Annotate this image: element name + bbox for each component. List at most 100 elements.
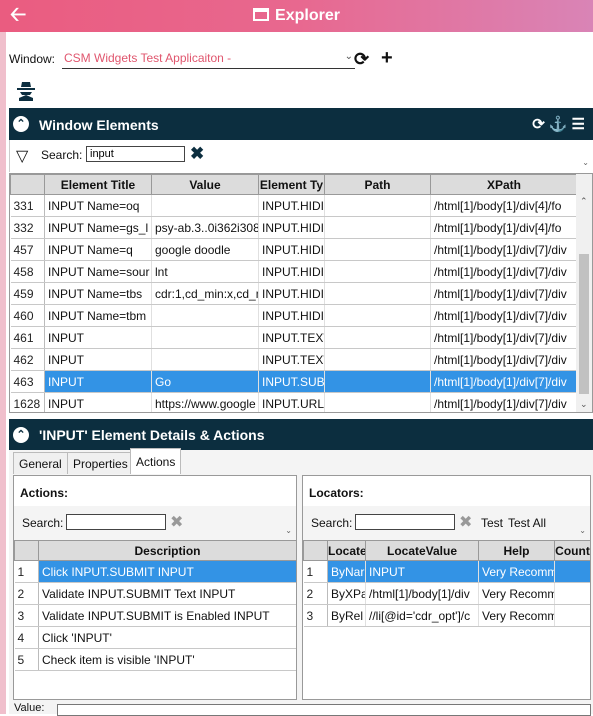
column-header[interactable]: Description bbox=[38, 540, 296, 561]
xpath-cell[interactable]: /html[1]/body[1]/div[7]/div bbox=[430, 282, 578, 305]
path-cell[interactable] bbox=[324, 238, 431, 261]
column-header[interactable]: XPath bbox=[430, 174, 578, 195]
xpath-cell[interactable]: /html[1]/body[1]/div[7]/div bbox=[430, 348, 578, 371]
xpath-cell[interactable]: /html[1]/body[1]/div[4]/fo bbox=[430, 194, 578, 217]
clear-search-icon[interactable]: ✖ bbox=[170, 512, 183, 532]
xpath-cell[interactable]: /html[1]/body[1]/div[7]/div bbox=[430, 260, 578, 283]
elements-scrollbar[interactable]: ⌃ ⌄ bbox=[576, 174, 592, 412]
element-type-cell[interactable]: INPUT.TEXT bbox=[258, 348, 325, 371]
collapse-up-icon[interactable]: ⌃ bbox=[13, 427, 29, 443]
element-type-cell[interactable]: INPUT.HIDI bbox=[258, 282, 325, 305]
test-all-button[interactable]: Test All bbox=[508, 516, 546, 530]
xpath-cell[interactable]: /html[1]/body[1]/div[7]/div bbox=[430, 238, 578, 261]
xpath-cell[interactable]: /html[1]/body[1]/div[7]/div bbox=[430, 370, 578, 393]
row-number[interactable]: 4 bbox=[14, 626, 39, 649]
action-description-cell[interactable]: Click INPUT.SUBMIT INPUT bbox=[38, 560, 296, 583]
locate-by-cell[interactable]: ByXPa bbox=[327, 582, 366, 605]
window-select[interactable]: CSM Widgets Test Applicaiton - ⌄ bbox=[62, 51, 355, 69]
table-row[interactable]: 331 INPUT Name=oq INPUT.HIDI/html[1]/body[… bbox=[10, 194, 578, 217]
xpath-cell[interactable]: /html[1]/body[1]/div[7]/div bbox=[430, 392, 578, 412]
help-cell[interactable]: Very Recomm bbox=[478, 604, 555, 627]
tab-actions[interactable]: Actions bbox=[130, 448, 182, 474]
value-cell[interactable]: lnt bbox=[151, 260, 259, 283]
spy-icon[interactable] bbox=[16, 80, 36, 102]
scroll-up-icon[interactable]: ⌃ bbox=[580, 196, 588, 207]
element-title-cell[interactable]: INPUT Name=tbs bbox=[44, 282, 152, 305]
value-cell[interactable] bbox=[151, 348, 259, 371]
row-number[interactable]: 2 bbox=[14, 582, 39, 605]
value-cell[interactable]: Go bbox=[151, 370, 259, 393]
refresh-icon[interactable]: ⟳ bbox=[354, 49, 369, 70]
locate-value-cell[interactable]: INPUT bbox=[365, 560, 479, 583]
more-icon[interactable]: ⌄ bbox=[285, 526, 292, 535]
table-row[interactable]: 460 INPUT Name=tbm INPUT.HIDI/html[1]/body… bbox=[10, 304, 578, 327]
filter-icon[interactable]: ▽ bbox=[16, 146, 28, 166]
column-header[interactable]: Count bbox=[554, 540, 590, 561]
table-row[interactable]: 3 ByRel//li[@id='cdr_opt']/c Very Recomm bbox=[303, 604, 590, 627]
xpath-cell[interactable]: /html[1]/body[1]/div[7]/div bbox=[430, 304, 578, 327]
help-cell[interactable]: Very Recomm bbox=[478, 560, 555, 583]
table-row[interactable]: 332 INPUT Name=gs_l psy-ab.3..0i362i308 INP… bbox=[10, 216, 578, 239]
value-field[interactable] bbox=[57, 704, 591, 716]
locate-value-cell[interactable]: /html[1]/body[1]/div bbox=[365, 582, 479, 605]
count-cell[interactable] bbox=[554, 582, 590, 605]
row-number[interactable]: 1628 bbox=[10, 392, 45, 412]
table-row[interactable]: 462 INPUT INPUT.TEXT/html[1]/body[1]/div[7… bbox=[10, 348, 578, 371]
row-number[interactable]: 463 bbox=[10, 370, 45, 393]
row-number[interactable]: 3 bbox=[303, 604, 328, 627]
element-title-cell[interactable]: INPUT bbox=[44, 392, 152, 412]
table-row[interactable]: 5 Check item is visible 'INPUT' bbox=[14, 648, 296, 671]
path-cell[interactable] bbox=[324, 348, 431, 371]
row-number[interactable]: 332 bbox=[10, 216, 45, 239]
column-header[interactable]: Path bbox=[324, 174, 431, 195]
path-cell[interactable] bbox=[324, 216, 431, 239]
path-cell[interactable] bbox=[324, 304, 431, 327]
scroll-down-icon[interactable]: ⌄ bbox=[580, 399, 588, 410]
action-description-cell[interactable]: Check item is visible 'INPUT' bbox=[38, 648, 296, 671]
column-header[interactable]: Help bbox=[478, 540, 555, 561]
path-cell[interactable] bbox=[324, 282, 431, 305]
element-title-cell[interactable]: INPUT Name=tbm bbox=[44, 304, 152, 327]
table-row[interactable]: 458 INPUT Name=sour lnt INPUT.HIDI/html[1]/… bbox=[10, 260, 578, 283]
element-type-cell[interactable]: INPUT.HIDI bbox=[258, 238, 325, 261]
tree-list-icon[interactable]: ☰ bbox=[572, 116, 589, 133]
scroll-thumb[interactable] bbox=[579, 254, 589, 394]
path-cell[interactable] bbox=[324, 392, 431, 412]
spy-clear-icon[interactable]: ⚓ bbox=[549, 116, 572, 133]
column-header[interactable]: LocateValue bbox=[365, 540, 479, 561]
table-row[interactable]: 1 ByNar INPUT Very Recomm bbox=[303, 560, 590, 583]
element-type-cell[interactable]: INPUT.HIDI bbox=[258, 304, 325, 327]
locate-by-cell[interactable]: ByRel bbox=[327, 604, 366, 627]
value-cell[interactable] bbox=[151, 304, 259, 327]
test-button[interactable]: Test bbox=[481, 516, 503, 530]
xpath-cell[interactable]: /html[1]/body[1]/div[7]/div bbox=[430, 326, 578, 349]
element-type-cell[interactable]: INPUT.URL bbox=[258, 392, 325, 412]
count-cell[interactable] bbox=[554, 560, 590, 583]
table-row[interactable]: 3 Validate INPUT.SUBMIT is Enabled INPUT bbox=[14, 604, 296, 627]
row-number[interactable]: 1 bbox=[303, 560, 328, 583]
action-description-cell[interactable]: Validate INPUT.SUBMIT Text INPUT bbox=[38, 582, 296, 605]
row-number[interactable]: 459 bbox=[10, 282, 45, 305]
refresh-icon[interactable]: ⟳ bbox=[532, 116, 549, 133]
element-type-cell[interactable]: INPUT.SUB bbox=[258, 370, 325, 393]
more-icon[interactable]: ⌄ bbox=[582, 158, 589, 167]
element-title-cell[interactable]: INPUT Name=oq bbox=[44, 194, 152, 217]
column-header[interactable]: Element Ty bbox=[258, 174, 325, 195]
row-number[interactable]: 458 bbox=[10, 260, 45, 283]
elements-search-input[interactable] bbox=[86, 146, 185, 162]
row-number[interactable]: 2 bbox=[303, 582, 328, 605]
tab-properties[interactable]: Properties bbox=[67, 452, 134, 474]
table-row[interactable]: 459 INPUT Name=tbs cdr:1,cd_min:x,cd_m INPU… bbox=[10, 282, 578, 305]
path-cell[interactable] bbox=[324, 260, 431, 283]
value-cell[interactable] bbox=[151, 194, 259, 217]
table-row[interactable]: 2 ByXPa/html[1]/body[1]/div Very Recomm bbox=[303, 582, 590, 605]
action-description-cell[interactable]: Click 'INPUT' bbox=[38, 626, 296, 649]
element-title-cell[interactable]: INPUT bbox=[44, 326, 152, 349]
value-cell[interactable]: https://www.google bbox=[151, 392, 259, 412]
element-title-cell[interactable]: INPUT Name=gs_l bbox=[44, 216, 152, 239]
path-cell[interactable] bbox=[324, 326, 431, 349]
locators-search-input[interactable] bbox=[355, 514, 455, 530]
action-description-cell[interactable]: Validate INPUT.SUBMIT is Enabled INPUT bbox=[38, 604, 296, 627]
table-row[interactable]: 4 Click 'INPUT' bbox=[14, 626, 296, 649]
column-header[interactable]: Locate bbox=[327, 540, 366, 561]
